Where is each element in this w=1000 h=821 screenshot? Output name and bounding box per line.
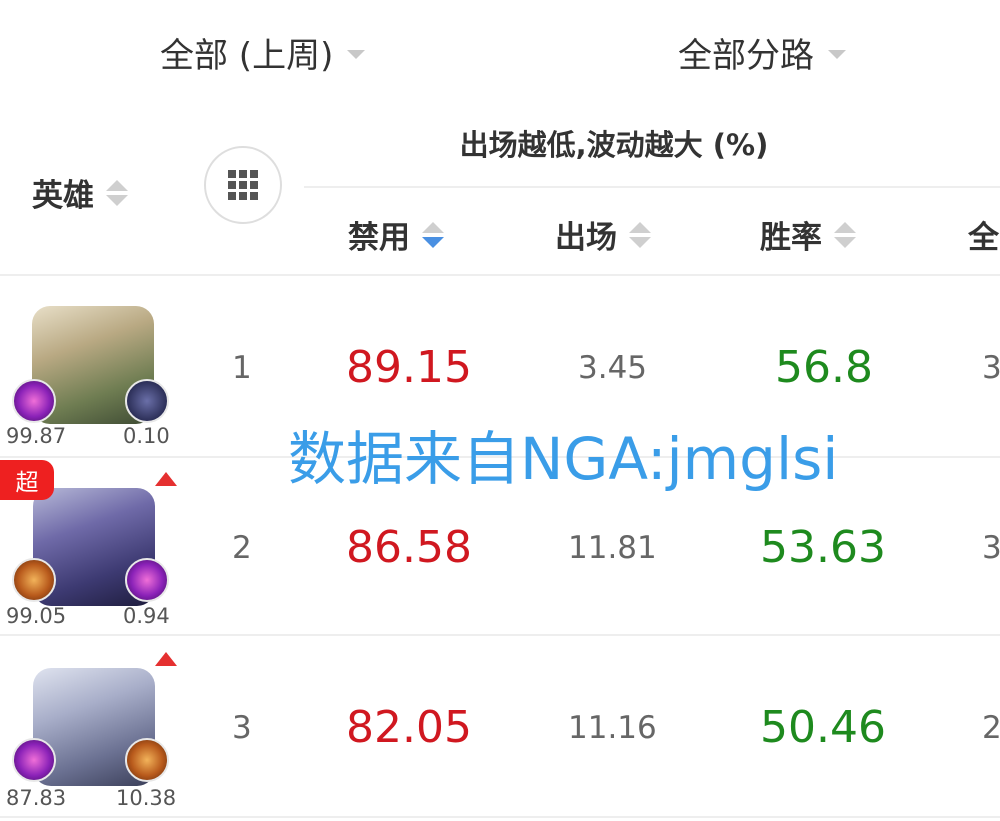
win-rate: 56.8	[775, 342, 873, 393]
rank: 1	[232, 350, 252, 386]
flash-spell-icon	[12, 379, 56, 423]
trend-up-icon	[155, 652, 177, 666]
hero-stat-left: 99.05	[6, 604, 67, 628]
sort-desc-icon	[422, 221, 444, 248]
hero-stat-right: 0.10	[123, 424, 170, 448]
ban-rate: 82.05	[346, 702, 472, 753]
tier-badge: 超	[0, 460, 54, 500]
hero-stat-left: 87.83	[6, 786, 67, 810]
cut-off-value: 2	[982, 710, 1000, 746]
ban-rate: 86.58	[346, 522, 472, 573]
win-rate: 50.46	[760, 702, 886, 753]
hero-header-label: 英雄	[32, 178, 94, 214]
sort-hero-header[interactable]: 英雄	[32, 170, 128, 215]
flash-spell-icon	[125, 558, 169, 602]
cut-off-value: 3	[982, 350, 1000, 386]
grid-view-button[interactable]	[204, 146, 282, 224]
ban-rate: 89.15	[346, 342, 472, 393]
win-header-label: 胜率	[760, 220, 822, 256]
sort-icon	[834, 221, 856, 248]
rank: 3	[232, 710, 252, 746]
pick-rate: 11.16	[568, 710, 657, 746]
sort-icon	[106, 179, 128, 206]
pick-header-label: 出场	[555, 220, 617, 256]
ban-header-label: 禁用	[348, 220, 410, 256]
win-rate: 53.63	[760, 522, 886, 573]
divider	[0, 816, 1000, 818]
column-note: 出场越低,波动越大 (%)	[459, 128, 769, 162]
lane-filter-label: 全部分路	[678, 35, 814, 76]
flash-spell-icon	[12, 738, 56, 782]
rank: 2	[232, 530, 252, 566]
chevron-down-icon	[828, 49, 846, 59]
cut-off-header-label: 全	[968, 220, 999, 256]
period-filter[interactable]: 全部 (上周)	[160, 22, 366, 82]
sort-win-header[interactable]: 胜率	[760, 212, 856, 257]
sort-pick-header[interactable]: 出场	[555, 212, 651, 257]
divider	[304, 186, 1000, 188]
hero-stat-left: 99.87	[6, 424, 67, 448]
sort-icon	[629, 221, 651, 248]
smite-spell-icon	[12, 558, 56, 602]
hero-stat-right: 0.94	[123, 604, 170, 628]
lane-filter[interactable]: 全部分路	[678, 22, 846, 82]
pick-rate: 3.45	[578, 350, 648, 386]
grid-icon	[228, 170, 258, 200]
cut-off-value: 3	[982, 530, 1000, 566]
pick-rate: 11.81	[568, 530, 657, 566]
sort-ban-header[interactable]: 禁用	[348, 212, 444, 257]
chevron-down-icon	[347, 49, 366, 59]
spell-icon	[125, 379, 169, 423]
period-filter-label: 全部 (上周)	[160, 35, 334, 76]
cut-off-header[interactable]: 全	[968, 212, 999, 257]
hero-stat-right: 10.38	[116, 786, 177, 810]
trend-up-icon	[155, 472, 177, 486]
table-row[interactable]: 87.83 10.38 3 82.05 11.16 50.46 2	[0, 636, 1000, 816]
smite-spell-icon	[125, 738, 169, 782]
watermark: 数据来自NGA:jmglsi	[288, 425, 839, 493]
